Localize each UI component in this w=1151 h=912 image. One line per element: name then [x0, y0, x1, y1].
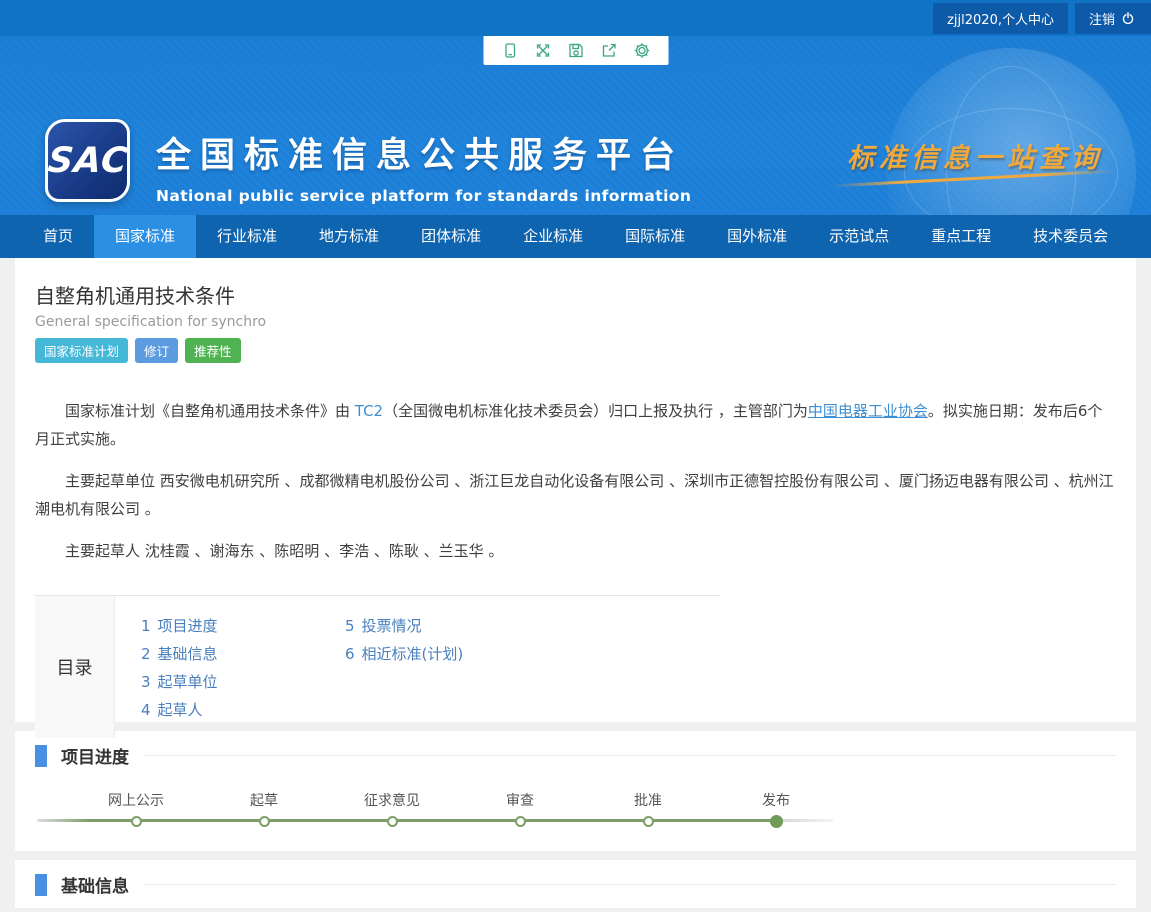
nav-item-enterprise-standards[interactable]: 企业标准 [502, 215, 604, 258]
progress-dot-hollow [387, 816, 398, 827]
paragraph-overview: 国家标准计划《自整角机通用技术条件》由 TC2（全国微电机标准化技术委员会）归口… [35, 397, 1116, 453]
toc-link-drafters[interactable]: 4起草人 [141, 696, 345, 724]
toc-label: 目录 [35, 596, 115, 738]
toc-link-basic-info[interactable]: 2基础信息 [141, 640, 345, 668]
progress-section-title: 项目进度 [61, 743, 129, 768]
tc2-link[interactable]: TC2 [355, 402, 383, 420]
nav-item-national-standards[interactable]: 国家标准 [94, 215, 196, 258]
nav-item-industry-standards[interactable]: 行业标准 [196, 215, 298, 258]
nav-item-pilot-demonstration[interactable]: 示范试点 [808, 215, 910, 258]
paragraph-drafters: 主要起草人 沈桂霞 、谢海东 、陈昭明 、李浩 、陈耿 、兰玉华 。 [35, 537, 1116, 565]
toc-column-1: 1项目进度 2基础信息 3起草单位 4起草人 [141, 612, 345, 724]
gear-icon[interactable] [625, 36, 658, 65]
progress-dot-hollow [643, 816, 654, 827]
nav-item-foreign-standards[interactable]: 国外标准 [706, 215, 808, 258]
banner-slogan: 标准信息一站查询 [847, 136, 1103, 175]
progress-station-review: 审查 [506, 768, 534, 827]
nav-item-local-standards[interactable]: 地方标准 [298, 215, 400, 258]
progress-station-soliciting-opinions: 征求意见 [364, 768, 420, 827]
brand: SAC 全国标准信息公共服务平台 National public service… [45, 119, 691, 205]
nav-item-key-projects[interactable]: 重点工程 [910, 215, 1012, 258]
progress-station-online-publicity: 网上公示 [108, 768, 164, 827]
mobile-icon[interactable] [493, 36, 526, 65]
nav-item-international-standards[interactable]: 国际标准 [604, 215, 706, 258]
section-gap [0, 851, 1151, 860]
progress-section-header: 项目进度 [35, 743, 1116, 768]
logout-button[interactable]: 注销 [1075, 3, 1151, 34]
toc-column-2: 5投票情况 6相近标准(计划) [345, 612, 549, 724]
progress-dot-hollow [259, 816, 270, 827]
site-banner: SAC 全国标准信息公共服务平台 National public service… [0, 36, 1151, 215]
paragraph-drafting-units: 主要起草单位 西安微电机研究所 、成都微精电机股份公司 、浙江巨龙自动化设备有限… [35, 467, 1116, 523]
share-icon[interactable] [592, 36, 625, 65]
user-center-label: zjjl2020,个人中心 [947, 9, 1054, 28]
save-icon[interactable] [559, 36, 592, 65]
department-link[interactable]: 中国电器工业协会 [808, 402, 928, 420]
site-subtitle: National public service platform for sta… [156, 187, 691, 205]
progress-station-publication: 发布 [762, 768, 790, 828]
user-center-button[interactable]: zjjl2020,个人中心 [933, 3, 1068, 34]
badge-row: 国家标准计划 修订 推荐性 [35, 338, 1116, 363]
site-title: 全国标准信息公共服务平台 [156, 127, 691, 178]
nav-item-home[interactable]: 首页 [22, 215, 94, 258]
sac-logo[interactable]: SAC [45, 119, 130, 202]
toc-link-drafting-units[interactable]: 3起草单位 [141, 668, 345, 696]
badge-recommended: 推荐性 [185, 338, 241, 363]
basic-section-header: 基础信息 [35, 872, 1116, 897]
toc-link-voting[interactable]: 5投票情况 [345, 612, 549, 640]
main-nav: 首页 国家标准 行业标准 地方标准 团体标准 企业标准 国际标准 国外标准 示范… [0, 215, 1151, 258]
progress-timeline: 网上公示 起草 征求意见 审查 批准 发布 [35, 768, 1116, 842]
logout-label: 注销 [1089, 9, 1115, 28]
nav-item-group-standards[interactable]: 团体标准 [400, 215, 502, 258]
progress-station-approval: 批准 [634, 768, 662, 827]
quick-toolbar [483, 36, 668, 65]
project-progress-card: 项目进度 网上公示 起草 征求意见 审查 批准 发布 [15, 731, 1136, 851]
progress-station-drafting: 起草 [250, 768, 278, 827]
standard-title: 自整角机通用技术条件 [35, 280, 1116, 309]
progress-dot-hollow [515, 816, 526, 827]
power-icon [1121, 11, 1135, 25]
fullscreen-icon[interactable] [526, 36, 559, 65]
toc-link-similar-standards[interactable]: 6相近标准(计划) [345, 640, 549, 668]
toc-links: 1项目进度 2基础信息 3起草单位 4起草人 5投票情况 6相近标准(计划) [115, 596, 720, 738]
standard-english-title: General specification for synchro [35, 314, 1116, 330]
site-title-block: 全国标准信息公共服务平台 National public service pla… [156, 119, 691, 205]
section-divider [145, 884, 1116, 885]
toc-link-project-progress[interactable]: 1项目进度 [141, 612, 345, 640]
section-marker [35, 874, 47, 896]
basic-section-title: 基础信息 [61, 872, 129, 897]
table-of-contents: 目录 1项目进度 2基础信息 3起草单位 4起草人 5投票情况 6相近标准(计划… [35, 595, 720, 739]
badge-revision: 修订 [135, 338, 178, 363]
summary-paragraphs: 国家标准计划《自整角机通用技术条件》由 TC2（全国微电机标准化技术委员会）归口… [35, 397, 1116, 565]
standard-detail-card: 自整角机通用技术条件 General specification for syn… [15, 258, 1136, 722]
section-marker [35, 745, 47, 767]
badge-national-plan: 国家标准计划 [35, 338, 128, 363]
progress-dot-hollow [131, 816, 142, 827]
topbar: zjjl2020,个人中心 注销 [0, 0, 1151, 36]
basic-info-card: 基础信息 [15, 860, 1136, 908]
section-divider [145, 755, 1116, 756]
progress-dot-filled [770, 815, 783, 828]
nav-item-technical-committees[interactable]: 技术委员会 [1012, 215, 1129, 258]
